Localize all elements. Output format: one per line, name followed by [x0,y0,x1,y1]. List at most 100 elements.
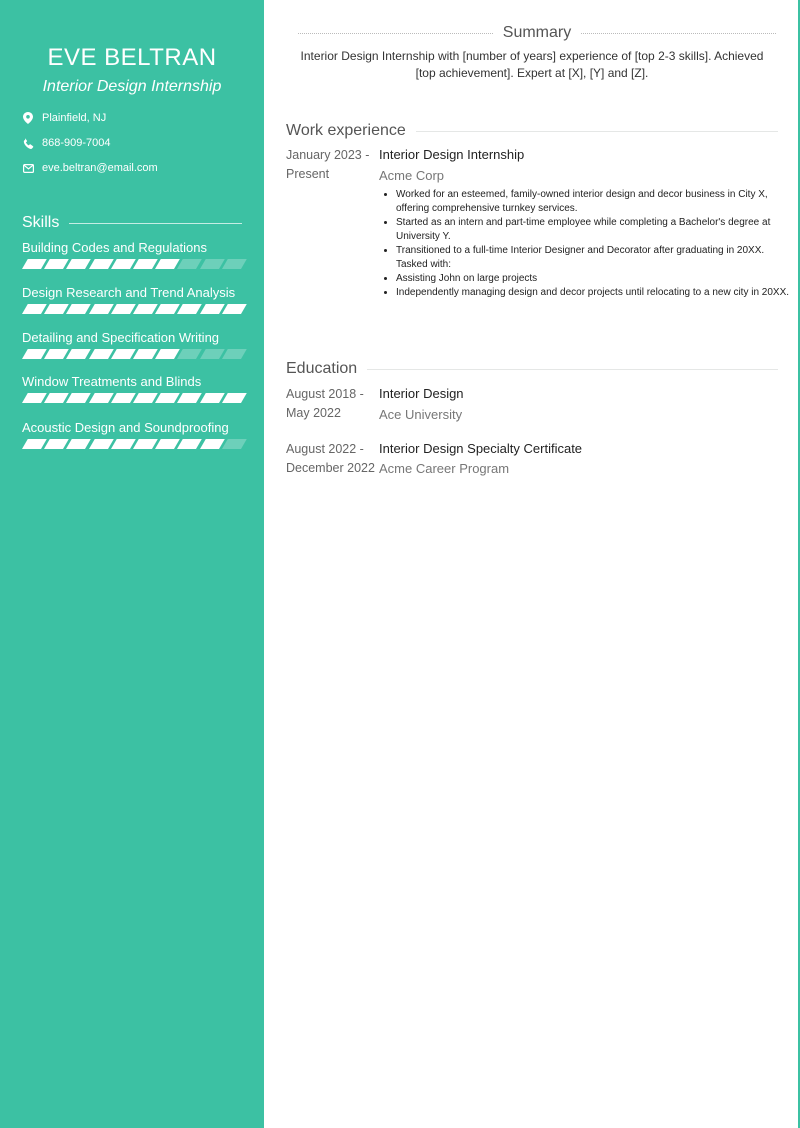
summary-heading-text: Summary [502,24,572,41]
skill-segment-filled [66,349,92,359]
sidebar: EVE BELTRAN Interior Design Internship P… [0,0,264,1128]
divider [298,32,493,34]
skill-level-bar [22,439,247,449]
skill-segment-filled [22,259,47,269]
skill-segment-filled [155,393,180,403]
phone-icon [22,137,34,149]
contact-email: eve.beltran@email.com [22,162,158,174]
contact-phone: 868-909-7004 [22,137,111,149]
contact-location-text: Plainfield, NJ [42,112,107,124]
skill-label: Acoustic Design and Soundproofing [22,420,229,435]
skill-segment-filled [133,349,158,359]
education-date-end: December 2022 [286,461,375,475]
work-date-start: January 2023 - [286,148,370,162]
education-degree: Interior Design [379,386,464,401]
skill-segment-filled [133,259,158,269]
skill-segment-filled [155,304,180,314]
skill-item: Acoustic Design and Soundproofing [22,420,247,449]
skill-segment-empty [199,349,225,359]
skill-segment-filled [44,393,69,403]
skill-segment-filled [22,393,47,403]
skill-segment-empty [221,259,247,269]
skills-heading: Skills [22,214,242,232]
skill-segment-filled [177,439,203,449]
skill-segment-filled [221,304,247,314]
skill-level-bar [22,304,247,314]
skill-segment-filled [155,349,180,359]
skill-label: Window Treatments and Blinds [22,374,202,389]
education-date-start: August 2018 - [286,387,364,401]
skill-segment-filled [133,393,158,403]
skill-segment-filled [22,349,47,359]
skill-segment-filled [177,393,203,403]
envelope-icon [22,162,34,174]
map-pin-icon [22,112,34,124]
work-bullets: Worked for an esteemed, family-owned int… [382,188,792,300]
work-date-end: Present [286,167,330,181]
candidate-name: EVE BELTRAN [47,44,217,71]
skill-segment-empty [177,259,203,269]
work-bullet: Transitioned to a full-time Interior Des… [396,244,792,272]
skill-item: Design Research and Trend Analysis [22,285,247,314]
skill-segment-filled [133,439,158,449]
skill-segment-filled [88,259,114,269]
work-bullet: Started as an intern and part-time emplo… [396,216,792,244]
work-heading-text: Work experience [286,122,406,139]
skill-level-bar [22,259,247,269]
skill-segment-filled [22,439,47,449]
work-date: January 2023 - Present [286,146,378,184]
divider [415,130,778,132]
work-bullet: Independently managing design and decor … [396,286,792,300]
education-date-start: August 2022 - [286,442,364,456]
skill-segment-filled [199,304,225,314]
divider [367,368,778,370]
skill-segment-empty [221,349,247,359]
skill-segment-filled [110,439,136,449]
skill-segment-filled [177,304,203,314]
work-bullet: Worked for an esteemed, family-owned int… [396,188,792,216]
work-heading: Work experience [286,122,778,140]
skills-heading-text: Skills [22,214,60,231]
skill-segment-filled [66,304,92,314]
skill-segment-filled [88,349,114,359]
skill-segment-filled [133,304,158,314]
work-company: Acme Corp [379,168,445,183]
skill-label: Design Research and Trend Analysis [22,285,236,300]
skill-segment-filled [110,259,136,269]
education-school: Acme Career Program [379,461,510,476]
skill-segment-filled [155,439,180,449]
skill-label: Detailing and Specification Writing [22,330,220,345]
skill-level-bar [22,349,247,359]
work-bullet: Assisting John on large projects [396,272,792,286]
education-date: August 2018 - May 2022 [286,385,378,423]
contact-location: Plainfield, NJ [22,112,106,124]
divider [581,32,777,34]
skill-segment-filled [66,439,92,449]
skill-segment-filled [22,304,47,314]
summary-heading: Summary [298,24,777,42]
skill-segment-filled [44,304,69,314]
skill-segment-filled [199,393,225,403]
education-date: August 2022 - December 2022 [286,440,378,478]
contact-email-text: eve.beltran@email.com [42,162,158,174]
education-heading-text: Education [286,360,358,377]
work-role: Interior Design Internship [379,147,525,162]
education-degree: Interior Design Specialty Certificate [379,441,583,456]
skill-label: Building Codes and Regulations [22,240,208,255]
skill-segment-filled [88,304,114,314]
skill-segment-empty [221,439,247,449]
skill-segment-filled [44,259,69,269]
skill-segment-filled [44,349,69,359]
skill-segment-filled [88,393,114,403]
summary-text: Interior Design Internship with [number … [300,49,764,80]
skill-segment-empty [177,349,203,359]
skill-segment-filled [221,393,247,403]
skill-segment-filled [110,393,136,403]
skill-segment-filled [110,304,136,314]
skill-segment-filled [88,439,114,449]
skill-item: Window Treatments and Blinds [22,374,247,403]
skill-segment-filled [199,439,225,449]
skill-segment-empty [199,259,225,269]
education-heading: Education [286,360,778,378]
contact-phone-text: 868-909-7004 [42,137,111,149]
